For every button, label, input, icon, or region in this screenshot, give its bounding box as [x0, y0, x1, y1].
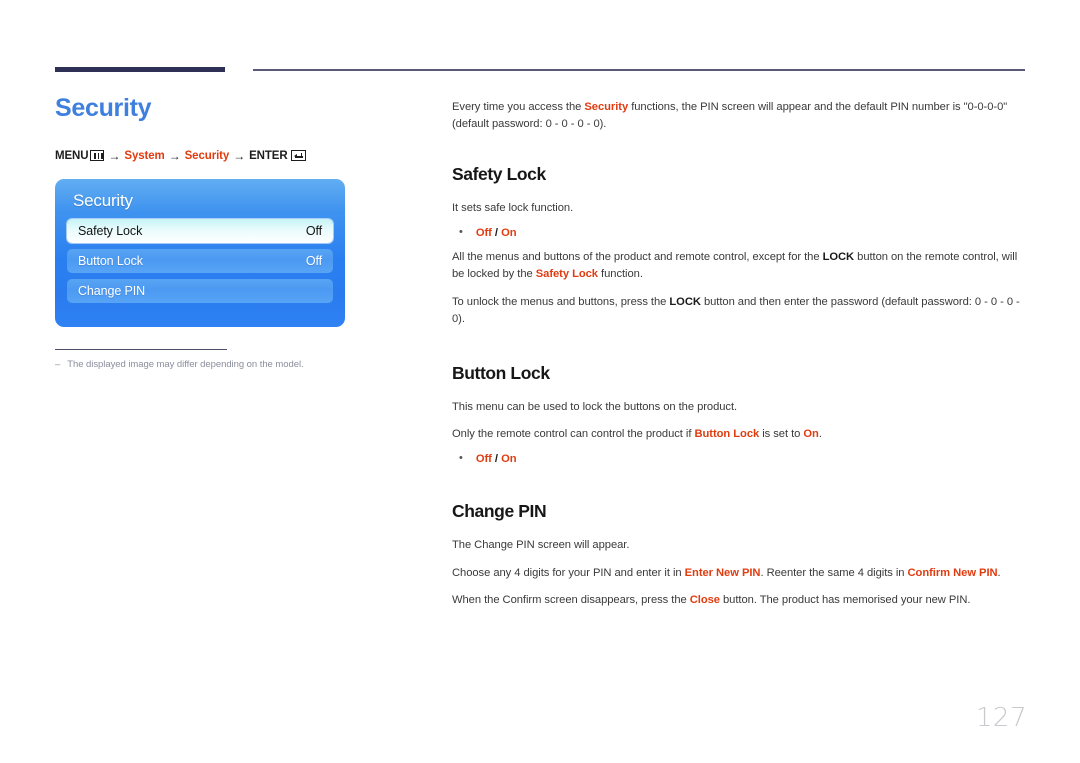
option-separator: / [491, 227, 502, 240]
section-heading: Change PIN [452, 501, 547, 522]
intro-paragraph: Every time you access the Security funct… [452, 99, 1027, 134]
intro-text-a: Every time you access the [452, 101, 585, 113]
osd-row-safety-lock[interactable]: Safety Lock Off [67, 218, 333, 243]
section-heading: Button Lock [452, 362, 550, 383]
text-c: is set to [759, 427, 804, 440]
footnote-rule [55, 349, 227, 351]
text-e: function. [597, 268, 643, 281]
term-confirm-new-pin: Confirm New PIN [907, 566, 998, 579]
text-c: button. The product has memorised your n… [719, 593, 971, 606]
bullet-options: • Off / On [452, 226, 1027, 240]
text-c: . Reenter the same 4 digits in [760, 566, 908, 579]
term-safety-lock: Safety Lock [535, 268, 598, 281]
section-paragraph: Only the remote control can control the … [452, 426, 1027, 443]
osd-row-button-lock[interactable]: Button Lock Off [67, 248, 333, 273]
term-on: On [803, 427, 819, 440]
section-button-lock: Button Lock This menu can be used to loc… [452, 363, 1027, 466]
option-off: Off [475, 227, 492, 240]
breadcrumb-arrow-1: → [108, 148, 121, 163]
section-paragraph: This menu can be used to lock the button… [452, 400, 738, 413]
section-safety-lock: Safety Lock It sets safe lock function. … [452, 164, 1027, 329]
text-a: All the menus and buttons of the product… [452, 251, 823, 264]
bullet-text: Off / On [476, 453, 517, 465]
osd-row-change-pin[interactable]: Change PIN [67, 278, 333, 303]
text-a: When the Confirm screen disappears, pres… [452, 593, 690, 606]
text-e: . [997, 566, 1001, 579]
breadcrumb-arrow-2: → [168, 148, 181, 163]
page-number: 127 [975, 703, 1027, 733]
breadcrumb-menu-label: MENU [55, 149, 89, 162]
menu-grid-icon [90, 150, 105, 161]
breadcrumb-item-security[interactable]: Security [185, 150, 230, 162]
term-enter-new-pin: Enter New PIN [684, 566, 761, 579]
section-paragraph: To unlock the menus and buttons, press t… [452, 294, 1027, 329]
option-on: On [501, 453, 517, 466]
section-paragraph: It sets safe lock function. [452, 201, 574, 214]
bullet-text: Off / On [476, 227, 517, 239]
section-change-pin: Change PIN The Change PIN screen will ap… [452, 501, 1027, 609]
enter-return-icon [290, 150, 306, 161]
bullet-dot-icon: • [459, 226, 463, 239]
term-close: Close [689, 593, 720, 606]
term-button-lock: Button Lock [694, 427, 760, 440]
breadcrumb-arrow-3: → [233, 148, 246, 163]
breadcrumb-enter-label: ENTER [249, 149, 288, 162]
term-lock: LOCK [669, 295, 701, 308]
option-on: On [501, 227, 517, 240]
option-separator: / [491, 453, 502, 466]
section-paragraph: Choose any 4 digits for your PIN and ent… [452, 565, 1027, 582]
intro-term-security: Security [584, 101, 629, 113]
breadcrumb: MENU → System → Security → ENTER [55, 149, 425, 163]
section-paragraph: All the menus and buttons of the product… [452, 249, 1027, 284]
text-a: To unlock the menus and buttons, press t… [452, 295, 670, 308]
osd-row-value: Off [305, 223, 322, 238]
text-e: . [818, 427, 822, 440]
footnote: – The displayed image may differ dependi… [55, 359, 385, 370]
section-paragraph: When the Confirm screen disappears, pres… [452, 592, 1027, 609]
header-rule-thin [253, 69, 1025, 71]
osd-row-label: Safety Lock [78, 223, 143, 238]
right-column: Every time you access the Security funct… [452, 99, 1027, 609]
section-paragraph: The Change PIN screen will appear. [452, 539, 630, 552]
osd-row-label: Button Lock [78, 253, 143, 268]
osd-menu-panel: Security Safety Lock Off Button Lock Off… [55, 178, 345, 327]
text-a: Choose any 4 digits for your PIN and ent… [452, 566, 685, 579]
bullet-options: • Off / On [452, 452, 1027, 466]
option-off: Off [475, 453, 492, 466]
osd-row-value: Off [305, 253, 322, 268]
text-a: Only the remote control can control the … [452, 427, 695, 440]
breadcrumb-item-system[interactable]: System [124, 150, 164, 162]
footnote-dash: – [55, 359, 61, 370]
footnote-text: The displayed image may differ depending… [67, 359, 304, 370]
bullet-dot-icon: • [459, 452, 463, 465]
osd-row-label: Change PIN [78, 283, 146, 298]
section-heading: Safety Lock [452, 163, 546, 184]
term-lock: LOCK [822, 251, 855, 264]
osd-menu-title: Security [73, 190, 133, 210]
left-column: Security MENU → System → Security → ENTE… [55, 94, 425, 327]
header-rule-thick [55, 67, 225, 72]
page-title: Security [55, 94, 152, 122]
